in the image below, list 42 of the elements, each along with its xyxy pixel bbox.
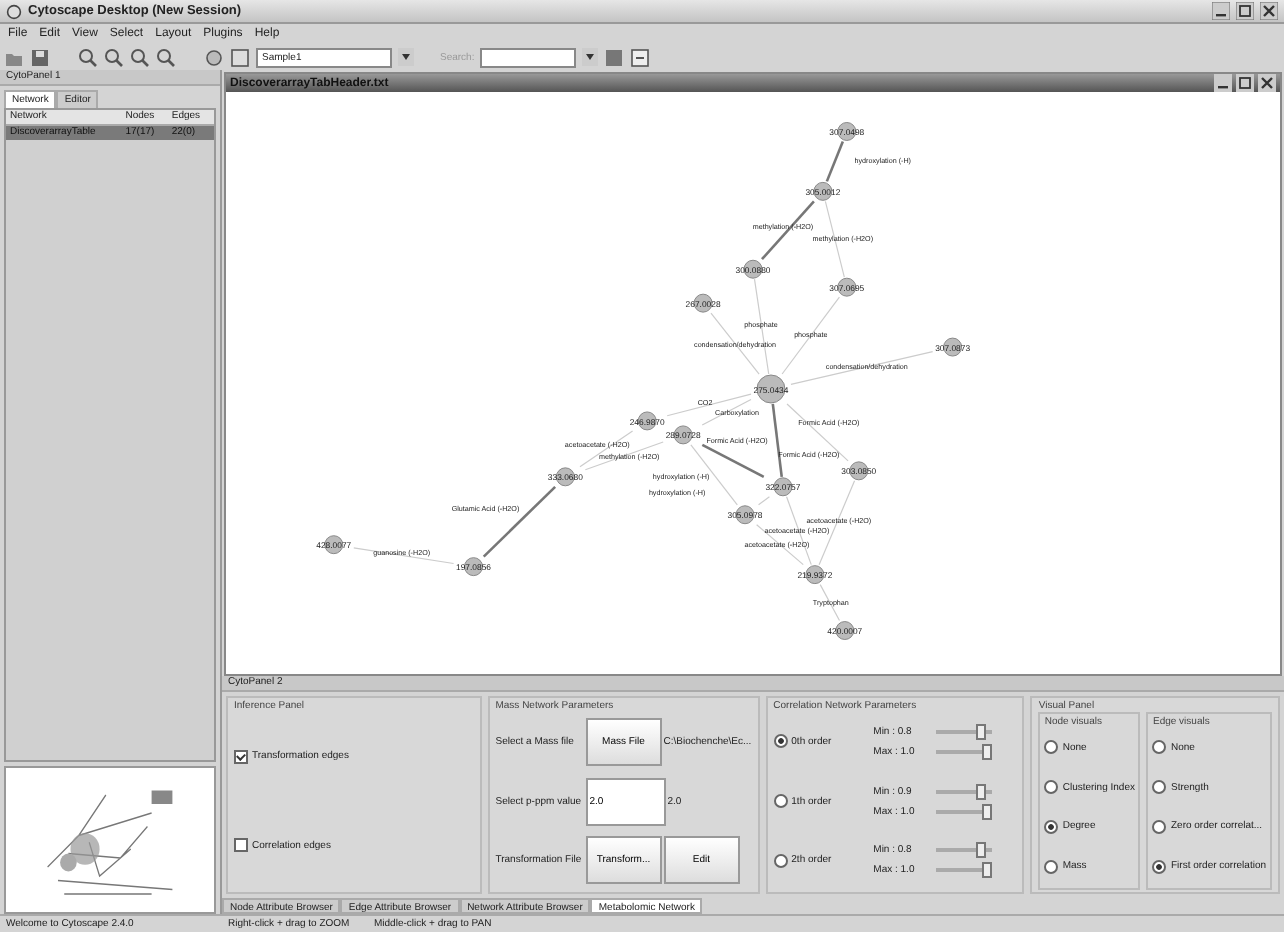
checkbox[interactable] <box>234 749 248 764</box>
minimize-icon[interactable] <box>1214 74 1232 92</box>
zoom-icon[interactable] <box>130 47 150 67</box>
close-icon[interactable] <box>1258 74 1276 92</box>
slider-thumb[interactable] <box>976 783 987 799</box>
search-field[interactable] <box>480 47 577 67</box>
slider-thumb[interactable] <box>976 842 987 859</box>
export-icon[interactable] <box>630 47 651 67</box>
save-icon[interactable] <box>30 47 50 67</box>
close-icon[interactable] <box>1260 2 1278 20</box>
slider-thumb[interactable] <box>981 862 992 879</box>
radio-button[interactable] <box>1044 780 1059 795</box>
radio-button[interactable] <box>1044 819 1059 834</box>
slider-thumb[interactable] <box>981 803 992 819</box>
network-edge[interactable] <box>790 351 934 385</box>
checkbox[interactable] <box>234 838 248 853</box>
slider-thumb[interactable] <box>981 743 992 760</box>
radio-button[interactable] <box>773 794 788 808</box>
radio-button[interactable] <box>1044 859 1059 874</box>
minimize-icon[interactable] <box>1212 2 1230 20</box>
network-icon[interactable] <box>204 47 224 67</box>
network-edge[interactable] <box>353 547 455 565</box>
radio-button[interactable] <box>1152 819 1167 834</box>
zoom-icon[interactable] <box>104 47 124 67</box>
radio-button[interactable] <box>773 734 788 749</box>
network-edge[interactable] <box>825 140 845 182</box>
radio-button[interactable] <box>1152 859 1167 874</box>
maximize-icon[interactable] <box>1236 2 1254 20</box>
dropdown-arrow-icon[interactable] <box>398 48 414 66</box>
radio-button[interactable] <box>1152 780 1167 795</box>
network-edge[interactable] <box>701 443 765 478</box>
app-logo-icon <box>6 3 22 19</box>
maximize-icon[interactable] <box>1236 74 1254 92</box>
zoom-icon[interactable] <box>78 47 98 67</box>
zoom-icon[interactable] <box>156 47 176 67</box>
radio-button[interactable] <box>1044 740 1059 755</box>
dropdown-arrow-icon[interactable] <box>582 48 599 66</box>
network-edge[interactable] <box>482 485 557 558</box>
radio-button[interactable] <box>773 853 788 868</box>
layout-icon[interactable] <box>230 47 250 67</box>
radio-button[interactable] <box>1152 740 1167 755</box>
slider-thumb[interactable] <box>976 723 987 740</box>
